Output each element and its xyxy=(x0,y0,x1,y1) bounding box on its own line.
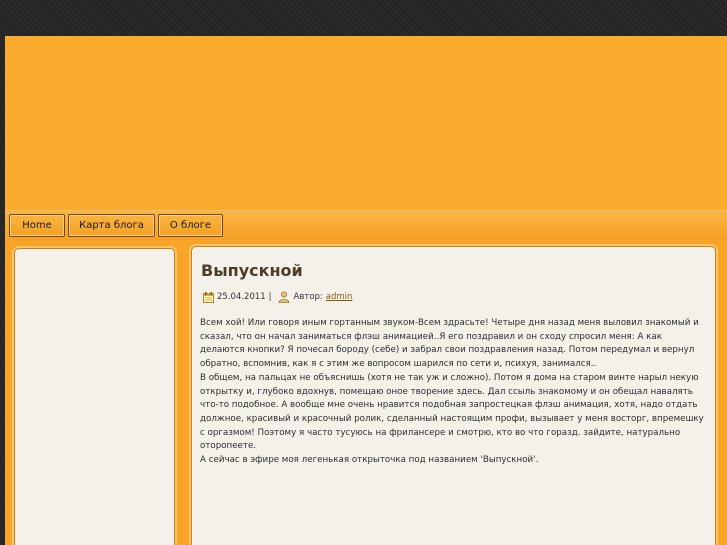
post-paragraph: Всем хой! Или говоря иным гортанным звук… xyxy=(200,318,699,370)
author-link[interactable]: admin xyxy=(326,292,353,302)
content-area: Выпускной 25.04.2011 | Автор: admin Всем… xyxy=(5,240,727,545)
header-banner xyxy=(5,36,727,210)
nav-item-about[interactable]: О блоге xyxy=(158,214,223,237)
page: Home Карта блога О блоге Выпускной 25.04… xyxy=(5,36,727,545)
post: Выпускной 25.04.2011 | Автор: admin Всем… xyxy=(191,246,716,545)
meta-separator: | xyxy=(268,292,272,302)
main-navigation: Home Карта блога О блоге xyxy=(5,210,727,240)
nav-item-blog-map[interactable]: Карта блога xyxy=(68,214,155,237)
user-icon xyxy=(278,291,290,303)
sidebar xyxy=(14,248,175,545)
calendar-icon xyxy=(203,291,214,303)
nav-item-home[interactable]: Home xyxy=(9,214,65,237)
post-date: 25.04.2011 xyxy=(217,292,266,302)
post-body: Всем хой! Или говоря иным гортанным звук… xyxy=(200,317,706,468)
post-title[interactable]: Выпускной xyxy=(201,261,303,280)
post-meta: 25.04.2011 | Автор: admin xyxy=(203,290,352,304)
post-paragraph: В общем, на пальцах не объяснишь (хотя н… xyxy=(200,372,704,452)
author-label: Автор: xyxy=(293,292,323,302)
post-paragraph: А сейчас в эфире моя легенькая открыточк… xyxy=(200,455,539,466)
